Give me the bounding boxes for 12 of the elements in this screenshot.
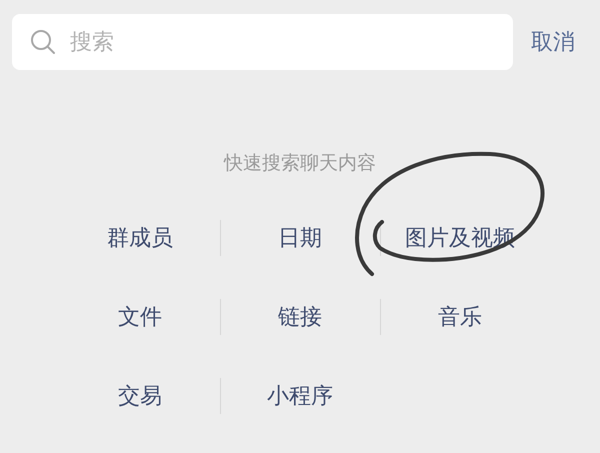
category-link[interactable]: 交易 — [118, 380, 162, 410]
search-field[interactable]: 搜索 — [68, 28, 452, 56]
category-link[interactable]: 日期 — [278, 222, 322, 252]
cancel-button[interactable]: 取消 — [531, 27, 575, 57]
category-link[interactable]: 音乐 — [438, 302, 482, 332]
search-bar[interactable]: 搜索 — [12, 14, 513, 70]
category-link[interactable]: 文件 — [118, 302, 162, 332]
category-link[interactable]: 小程序 — [267, 380, 333, 410]
search-icon — [30, 29, 56, 55]
category-link[interactable]: 群成员 — [107, 222, 173, 252]
section-title: 快速搜索聊天内容 — [222, 151, 377, 176]
category-link[interactable]: 链接 — [278, 302, 322, 332]
